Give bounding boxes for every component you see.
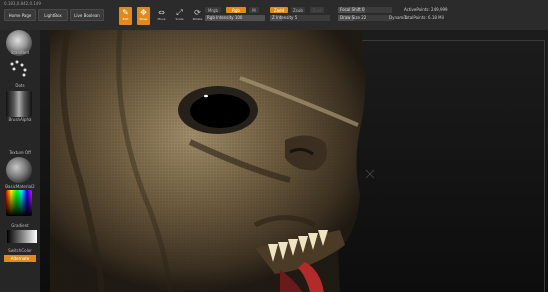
rgb-intensity-label: Rgb Intensity bbox=[207, 15, 234, 20]
draw-button[interactable]: ✥ Draw bbox=[137, 7, 150, 25]
draw-size-value: 22 bbox=[361, 15, 367, 20]
cursor-crosshair-icon bbox=[365, 169, 375, 179]
alpha-thumbnail[interactable] bbox=[6, 91, 32, 117]
edit-button[interactable]: ✎ Edit bbox=[119, 7, 132, 25]
home-page-button[interactable]: Home Page bbox=[4, 9, 36, 21]
move-label: Move bbox=[157, 17, 166, 21]
mrgb-button[interactable]: Mrgb bbox=[205, 7, 221, 13]
texture-label[interactable]: Texture Off bbox=[0, 150, 40, 155]
draw-label: Draw bbox=[139, 17, 148, 21]
active-points-readout: ActivePoints: 249,999 bbox=[404, 7, 448, 12]
z-intensity-label: Z Intensity bbox=[272, 15, 294, 20]
live-boolean-button[interactable]: Live Boolean bbox=[70, 9, 104, 21]
m-button[interactable]: M bbox=[249, 7, 259, 13]
rotate-label: Rotate bbox=[192, 17, 203, 21]
zadd-button[interactable]: Zadd bbox=[270, 7, 288, 13]
total-points-readout: TotalPoints: 6.18 Mil bbox=[404, 15, 444, 20]
zcut-button[interactable]: Zcut bbox=[310, 7, 324, 13]
coordinate-readout: 0.183,0.842,0.149 bbox=[4, 1, 41, 6]
rgb-intensity-value: 100 bbox=[234, 15, 243, 20]
rotate-button[interactable]: ⟳ Rotate bbox=[191, 7, 204, 25]
active-points-value: 249,999 bbox=[431, 7, 448, 12]
focal-shift-slider[interactable]: Focal Shift 0 bbox=[338, 7, 392, 13]
sculpted-creature-head bbox=[50, 30, 375, 292]
draw-size-slider[interactable]: Draw Size 22 bbox=[338, 15, 392, 21]
gradient-label: Gradient bbox=[11, 223, 29, 228]
rgb-intensity-slider[interactable]: Rgb Intensity 100 bbox=[205, 15, 265, 21]
scale-button[interactable]: ⤢ Scale bbox=[173, 7, 186, 25]
gradient-swatch[interactable] bbox=[7, 230, 37, 243]
focal-shift-label: Focal Shift bbox=[340, 7, 361, 12]
edit-label: Edit bbox=[122, 17, 129, 21]
active-points-label: ActivePoints: bbox=[404, 7, 430, 12]
move-button[interactable]: ⇔ Move bbox=[155, 7, 168, 25]
left-shelf: Standard Dots BrushAlpha Texture Off Bas… bbox=[0, 30, 40, 292]
focal-shift-value: 0 bbox=[362, 7, 365, 12]
canvas-viewport[interactable] bbox=[40, 30, 548, 292]
z-intensity-value: 5 bbox=[294, 15, 298, 20]
material-label: BasicMaterial2 bbox=[5, 184, 35, 189]
total-points-value: 6.18 Mil bbox=[428, 15, 444, 20]
move-icon: ⇔ bbox=[158, 8, 165, 17]
alpha-label: BrushAlpha bbox=[8, 117, 32, 122]
alternate-button[interactable]: Alternate bbox=[4, 255, 36, 262]
scale-label: Scale bbox=[175, 17, 184, 21]
dots-stroke-icon bbox=[10, 60, 27, 77]
total-points-label: TotalPoints: bbox=[404, 15, 427, 20]
stroke-label: Dots bbox=[15, 83, 25, 88]
rgb-button[interactable]: Rgb bbox=[226, 7, 246, 13]
material-thumbnail[interactable] bbox=[6, 157, 32, 183]
zsub-button[interactable]: Zsub bbox=[291, 7, 305, 13]
draw-icon: ✥ bbox=[140, 8, 147, 17]
edit-icon: ✎ bbox=[122, 8, 129, 17]
z-intensity-slider[interactable]: Z Intensity 5 bbox=[270, 15, 330, 21]
stroke-thumbnail[interactable] bbox=[6, 58, 32, 84]
top-toolbar: 0.183,0.842,0.149 Home Page LightBox Liv… bbox=[0, 0, 548, 30]
lightbox-button[interactable]: LightBox bbox=[38, 9, 68, 21]
brush-label: Standard bbox=[10, 50, 30, 55]
draw-size-label: Draw Size bbox=[340, 15, 360, 20]
color-picker[interactable] bbox=[6, 190, 32, 216]
scale-icon: ⤢ bbox=[176, 8, 183, 17]
rotate-icon: ⟳ bbox=[194, 8, 201, 17]
switch-color-label[interactable]: SwitchColor bbox=[0, 248, 40, 253]
